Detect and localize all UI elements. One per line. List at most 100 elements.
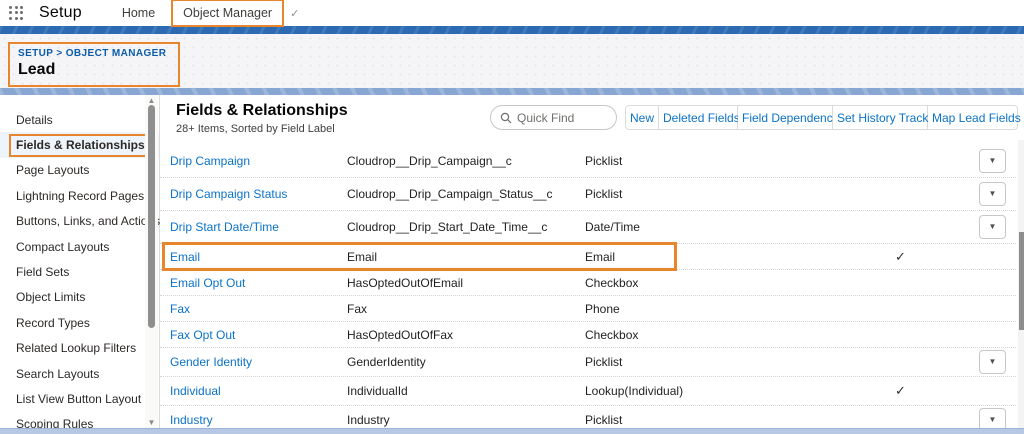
sidebar-item-label: Related Lookup Filters [16,341,136,355]
sidebar-item-label: Search Layouts [16,367,99,381]
content-scrollbar-thumb[interactable] [1019,232,1024,330]
sidebar-item-label: Field Sets [16,265,69,279]
data-type-cell: Picklist [585,355,825,369]
api-name-cell: HasOptedOutOfEmail [347,276,585,290]
search-icon [500,112,511,123]
quick-find-box[interactable] [490,105,617,130]
api-name-cell: Cloudrop__Drip_Campaign__c [347,154,585,168]
field-label-cell: Fax Opt Out [170,328,347,342]
data-type-cell: Checkbox [585,276,825,290]
field-label-cell: Drip Campaign [170,154,347,168]
sidebar-item-label: Object Limits [16,290,85,304]
sidebar-item-label: Compact Layouts [16,240,109,254]
api-name-cell: Industry [347,413,585,427]
setup-app-title: Setup [39,4,82,22]
sidebar-item-object-limits[interactable]: Object Limits [0,285,159,310]
sidebar-item-buttons-links-and-actions[interactable]: Buttons, Links, and Actions [0,209,159,234]
sidebar-item-compact-layouts[interactable]: Compact Layouts [0,234,159,259]
setup-top-nav: Setup Home Object Manager ✓ [0,0,1024,26]
sidebar-item-label: Lightning Record Pages [16,189,144,203]
sidebar-scrollbar[interactable]: ▲ ▼ [145,95,158,428]
check-icon: ✓ [290,7,299,20]
field-label-link[interactable]: Email [170,250,200,264]
sidebar-item-search-layouts[interactable]: Search Layouts [0,361,159,386]
breadcrumb[interactable]: SETUP > OBJECT MANAGER [18,48,166,59]
scroll-down-icon[interactable]: ▼ [145,418,158,427]
sidebar-item-label: Details [16,113,53,127]
highlight-box-fields-relationships: Fields & Relationships [9,134,154,157]
data-type-cell: Picklist [585,413,825,427]
field-label-link[interactable]: Drip Campaign Status [170,187,287,201]
list-title: Fields & Relationships [176,102,348,120]
app-launcher-icon[interactable] [9,6,26,21]
object-title: Lead [18,61,166,79]
table-row: IndividualIndividualIdLookup(Individual)… [160,377,1016,406]
chevron-down-icon: ▼ [989,222,997,231]
api-name-cell: Fax [347,302,585,316]
field-label-link[interactable]: Fax Opt Out [170,328,235,342]
indexed-check-icon: ✓ [825,383,975,399]
content-scrollbar[interactable] [1018,140,1024,428]
row-actions-dropdown-button[interactable]: ▼ [979,182,1006,206]
chevron-down-icon: ▼ [989,189,997,198]
data-type-cell: Phone [585,302,825,316]
sidebar-scrollbar-thumb[interactable] [148,105,155,328]
field-label-link[interactable]: Gender Identity [170,355,252,369]
field-label-cell: Email Opt Out [170,276,347,290]
bottom-edge-bar [0,428,1024,434]
table-row: Fax Opt Out HasOptedOutOfFaxCheckbox [160,322,1016,348]
deleted-fields-button[interactable]: Deleted Fields [659,105,738,130]
field-label-cell: Email [170,250,347,264]
tab-object-manager[interactable]: Object Manager [183,6,272,20]
field-label-cell: Individual [170,384,347,398]
row-actions-dropdown-button[interactable]: ▼ [979,215,1006,239]
field-label-cell: Drip Campaign Status [170,187,347,201]
field-label-link[interactable]: Email Opt Out [170,276,245,290]
row-actions-dropdown-button[interactable]: ▼ [979,149,1006,173]
sidebar-item-label: Buttons, Links, and Actions [16,214,160,228]
field-label-link[interactable]: Fax [170,302,190,316]
field-label-link[interactable]: Industry [170,413,213,427]
row-actions-dropdown-button[interactable]: ▼ [979,350,1006,374]
field-label-link[interactable]: Individual [170,384,221,398]
list-subtitle: 28+ Items, Sorted by Field Label [176,123,335,135]
table-row: Email Opt Out HasOptedOutOfEmailCheckbox [160,270,1016,296]
highlight-box-breadcrumb: SETUP > OBJECT MANAGER Lead [8,42,180,87]
quick-find-input[interactable] [517,111,607,125]
sidebar-item-label: List View Button Layout [16,392,141,406]
tab-home[interactable]: Home [112,2,165,24]
sidebar-item-lightning-record-pages[interactable]: Lightning Record Pages [0,183,159,208]
field-label-cell: Gender Identity [170,355,347,369]
set-history-tracking-button[interactable]: Set History Tracking [833,105,928,130]
chevron-down-icon: ▼ [989,156,997,165]
theme-stripe-top [0,26,1024,34]
sidebar-item-record-types[interactable]: Record Types [0,310,159,335]
table-row: EmailEmailEmail✓ [160,244,1016,270]
api-name-cell: Cloudrop__Drip_Campaign_Status__c [347,187,585,201]
data-type-cell: Checkbox [585,328,825,342]
field-label-link[interactable]: Drip Start Date/Time [170,220,279,234]
table-row: Gender IdentityGenderIdentityPicklist▼ [160,348,1016,377]
sidebar-item-label: Page Layouts [16,163,89,177]
scroll-up-icon[interactable]: ▲ [145,96,158,105]
field-label-cell: Fax [170,302,347,316]
sidebar-item-fields-relationships[interactable]: Fields & Relationships [0,132,159,157]
chevron-down-icon: ▼ [989,357,997,366]
sidebar-item-page-layouts[interactable]: Page Layouts [0,158,159,183]
main-area: Details Fields & Relationships Page Layout… [0,95,1024,434]
highlight-box-object-manager-tab: Object Manager [171,0,284,27]
field-label-cell: Industry [170,413,347,427]
theme-stripe-bottom [0,88,1024,95]
sidebar-item-related-lookup-filters[interactable]: Related Lookup Filters [0,336,159,361]
data-type-cell: Picklist [585,187,825,201]
new-button[interactable]: New [625,105,659,130]
sidebar-item-field-sets[interactable]: Field Sets [0,259,159,284]
data-type-cell: Picklist [585,154,825,168]
api-name-cell: HasOptedOutOfFax [347,328,585,342]
field-label-link[interactable]: Drip Campaign [170,154,250,168]
field-label-cell: Drip Start Date/Time [170,220,347,234]
sidebar-item-details[interactable]: Details [0,107,159,132]
map-lead-fields-button[interactable]: Map Lead Fields [928,105,1018,130]
field-dependencies-button[interactable]: Field Dependencies [738,105,833,130]
sidebar-item-list-view-button-layout[interactable]: List View Button Layout [0,386,159,411]
